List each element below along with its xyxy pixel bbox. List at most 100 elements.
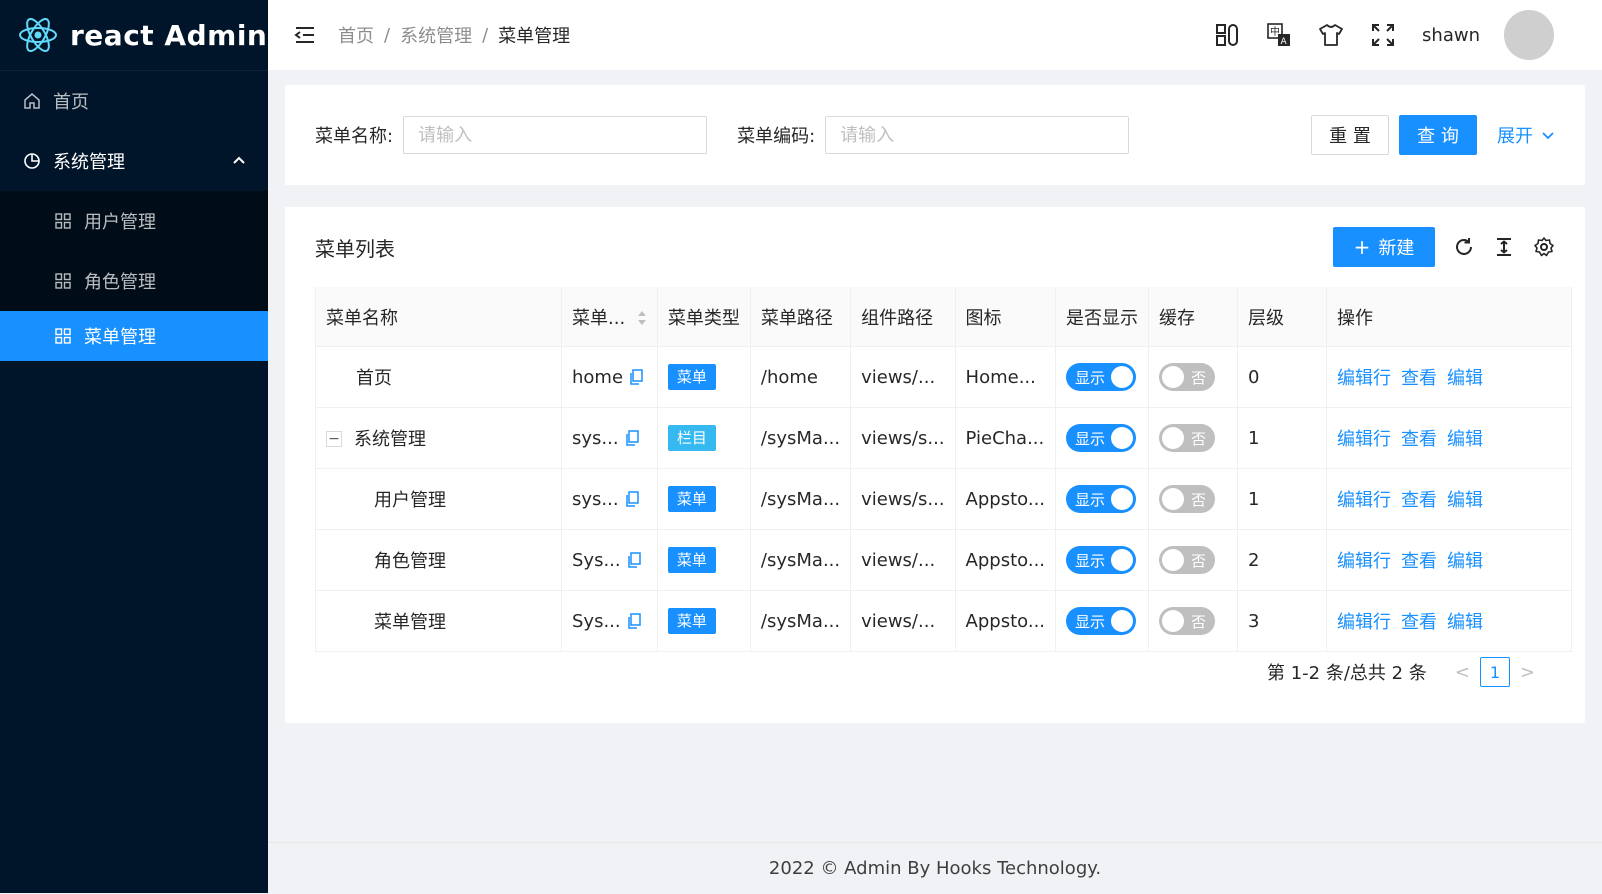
switch-label: 显示 [1075, 551, 1106, 570]
translate-icon[interactable]: 中 A [1266, 22, 1292, 48]
sidebar-item-home[interactable]: 首页 [0, 71, 268, 131]
username[interactable]: shawn [1422, 25, 1480, 46]
header-actions: 中 A shawn [1188, 10, 1554, 60]
switch-knob [1111, 366, 1134, 388]
menu-code: sys... [572, 488, 619, 510]
show-cell: 显示 [1055, 346, 1150, 408]
logo[interactable]: react Admin [0, 0, 268, 71]
switch-label: 显示 [1075, 490, 1106, 509]
edit-link[interactable]: 编辑 [1447, 551, 1483, 572]
page-1-button[interactable]: 1 [1479, 657, 1510, 687]
cache-switch[interactable]: 否 [1159, 546, 1216, 574]
edit-row-link[interactable]: 编辑行 [1337, 551, 1391, 572]
sidebar-item-roles[interactable]: 角色管理 [0, 251, 268, 311]
breadcrumb-item-home[interactable]: 首页 [338, 22, 374, 48]
menu-fold-icon[interactable] [294, 24, 316, 46]
copy-icon[interactable] [627, 551, 641, 568]
view-link[interactable]: 查看 [1401, 612, 1437, 633]
avatar[interactable] [1504, 10, 1554, 60]
component-path-cell: views/s... [850, 468, 956, 530]
switch-label: 否 [1191, 429, 1207, 448]
menu-name: 角色管理 [374, 551, 446, 572]
switch-knob [1111, 427, 1134, 449]
view-link[interactable]: 查看 [1401, 368, 1437, 389]
edit-row-link[interactable]: 编辑行 [1337, 490, 1391, 511]
menu-type-tag: 菜单 [667, 608, 716, 634]
level-cell: 2 [1237, 529, 1328, 591]
skin-icon[interactable] [1318, 22, 1344, 48]
edit-link[interactable]: 编辑 [1447, 429, 1483, 450]
react-logo-icon [19, 18, 57, 52]
sidebar: react Admin 首页 系统管理 用户管理 角色管理 菜单管理 [0, 0, 268, 893]
breadcrumb-item-system[interactable]: 系统管理 [400, 22, 472, 48]
copy-icon[interactable] [625, 429, 639, 446]
menu-name-cell: 用户管理 [315, 468, 562, 530]
query-button[interactable]: 查 询 [1399, 115, 1477, 155]
switch-label: 显示 [1075, 429, 1106, 448]
sidebar-item-users[interactable]: 用户管理 [0, 191, 268, 251]
view-link[interactable]: 查看 [1401, 551, 1437, 572]
reset-button[interactable]: 重 置 [1311, 115, 1389, 155]
cache-cell: 否 [1148, 407, 1239, 469]
actions-cell: 编辑行 查看 编辑 [1326, 407, 1573, 469]
switch-knob [1162, 549, 1185, 571]
cache-switch[interactable]: 否 [1159, 485, 1216, 513]
app-title: react Admin [70, 18, 268, 52]
icon-cell: PieCha... [955, 407, 1057, 469]
reload-icon[interactable] [1453, 236, 1475, 258]
view-link[interactable]: 查看 [1401, 490, 1437, 511]
search-form: 菜单名称: 菜单编码: 重 置 查 询 展开 [285, 85, 1585, 185]
prev-page-button[interactable]: < [1455, 662, 1470, 683]
switch-label: 显示 [1075, 612, 1106, 631]
layout-icon[interactable] [1214, 22, 1240, 48]
edit-link[interactable]: 编辑 [1447, 612, 1483, 633]
collapse-icon[interactable]: − [326, 431, 342, 447]
show-cell: 显示 [1055, 407, 1150, 469]
show-switch[interactable]: 显示 [1066, 424, 1137, 452]
edit-link[interactable]: 编辑 [1447, 368, 1483, 389]
expand-link[interactable]: 展开 [1497, 122, 1555, 148]
edit-row-link[interactable]: 编辑行 [1337, 368, 1391, 389]
edit-link[interactable]: 编辑 [1447, 490, 1483, 511]
sidebar-item-label: 首页 [53, 92, 89, 113]
column-height-icon[interactable] [1493, 236, 1515, 258]
cache-switch[interactable]: 否 [1159, 607, 1216, 635]
menu-name-input[interactable] [403, 116, 708, 154]
menu-code: sys... [572, 427, 619, 449]
show-switch[interactable]: 显示 [1066, 363, 1137, 391]
setting-icon[interactable] [1533, 236, 1555, 258]
column-header-label: 菜单... [572, 307, 626, 329]
view-link[interactable]: 查看 [1401, 429, 1437, 450]
menu-code-cell: Sys... [561, 590, 658, 652]
show-switch[interactable]: 显示 [1066, 546, 1137, 574]
level-cell: 3 [1237, 590, 1328, 652]
menu-code: Sys... [572, 610, 621, 632]
copy-icon[interactable] [629, 368, 643, 385]
menu-name-cell: 菜单管理 [315, 590, 562, 652]
cache-switch[interactable]: 否 [1159, 424, 1216, 452]
sidebar-item-menus[interactable]: 菜单管理 [0, 311, 268, 361]
show-switch[interactable]: 显示 [1066, 485, 1137, 513]
table-row: 首页 home 菜单 /home views/... Home... 显示 否 … [315, 346, 1573, 408]
menu-type-tag: 菜单 [667, 486, 716, 512]
menu-code-input[interactable] [825, 116, 1130, 154]
breadcrumb-item-current: 菜单管理 [498, 26, 571, 47]
copy-icon[interactable] [625, 490, 639, 507]
new-button[interactable]: + 新建 [1333, 227, 1435, 267]
edit-row-link[interactable]: 编辑行 [1337, 429, 1391, 450]
show-switch[interactable]: 显示 [1066, 607, 1137, 635]
menu-type-cell: 菜单 [657, 468, 751, 530]
fullscreen-icon[interactable] [1370, 22, 1396, 48]
cache-switch[interactable]: 否 [1159, 363, 1216, 391]
menu-path-cell: /sysMa... [750, 529, 852, 591]
sidebar-item-system[interactable]: 系统管理 [0, 131, 268, 191]
column-header-sortable[interactable]: 菜单... [561, 287, 658, 347]
copy-icon[interactable] [627, 612, 641, 629]
cache-cell: 否 [1148, 590, 1239, 652]
menu-table-card: 菜单列表 + 新建 菜单名称 菜单... 菜单类型 菜单路径 组件路径 图标 是… [285, 207, 1585, 723]
edit-row-link[interactable]: 编辑行 [1337, 612, 1391, 633]
menu-name-cell: 首页 [315, 346, 562, 408]
icon-cell: Home... [955, 346, 1057, 408]
next-page-button[interactable]: > [1520, 662, 1535, 683]
component-path-cell: views/s... [850, 407, 956, 469]
